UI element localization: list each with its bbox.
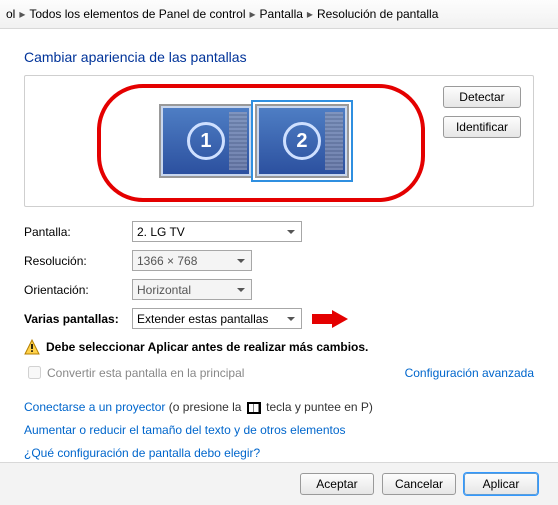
chevron-right-icon: ▸ (19, 7, 25, 21)
monitor-bezel-icon (325, 112, 343, 170)
resolution-select[interactable]: 1366 × 768 (132, 250, 252, 271)
windows-key-icon (247, 402, 261, 414)
projector-hint-a: (o presione la (169, 400, 245, 414)
screen-select[interactable]: 2. LG TV (132, 221, 302, 242)
display-settings-window: ol ▸ Todos los elementos de Panel de cont… (0, 0, 558, 505)
breadcrumb-part[interactable]: ol (6, 7, 15, 21)
apply-button[interactable]: Aplicar (464, 473, 538, 495)
detect-button[interactable]: Detectar (443, 86, 521, 108)
text-size-link[interactable]: Aumentar o reducir el tamaño del texto y… (24, 423, 346, 437)
monitor-number: 1 (187, 122, 225, 160)
make-primary-checkbox (28, 366, 41, 379)
multi-display-select[interactable]: Extender estas pantallas (132, 308, 302, 329)
connect-projector-link[interactable]: Conectarse a un proyector (24, 400, 165, 414)
ok-button[interactable]: Aceptar (300, 473, 374, 495)
make-primary-label: Convertir esta pantalla en la principal (47, 366, 244, 380)
chevron-right-icon: ▸ (307, 7, 313, 21)
advanced-settings-link[interactable]: Configuración avanzada (405, 366, 534, 380)
chevron-right-icon: ▸ (250, 7, 256, 21)
annotation-arrow-icon (312, 310, 350, 328)
which-config-link[interactable]: ¿Qué configuración de pantalla debo eleg… (24, 446, 260, 460)
monitor-preview-panel: 1 2 Detectar Identificar (24, 75, 534, 207)
projector-hint-b: tecla y puntee en P) (266, 400, 373, 414)
breadcrumb-part[interactable]: Resolución de pantalla (317, 7, 438, 21)
monitor-number: 2 (283, 122, 321, 160)
orientation-select[interactable]: Horizontal (132, 279, 252, 300)
warning-text: Debe seleccionar Aplicar antes de realiz… (46, 340, 368, 354)
screen-label: Pantalla: (24, 225, 132, 239)
monitor-bezel-icon (229, 112, 247, 170)
breadcrumb: ol ▸ Todos los elementos de Panel de cont… (0, 0, 558, 29)
resolution-label: Resolución: (24, 254, 132, 268)
breadcrumb-part[interactable]: Pantalla (260, 7, 303, 21)
warning-icon (24, 339, 40, 355)
cancel-button[interactable]: Cancelar (382, 473, 456, 495)
multi-display-label: Varias pantallas: (24, 312, 132, 326)
identify-button[interactable]: Identificar (443, 116, 521, 138)
page-title: Cambiar apariencia de las pantallas (24, 49, 534, 65)
breadcrumb-part[interactable]: Todos los elementos de Panel de control (29, 7, 245, 21)
monitor-1[interactable]: 1 (159, 104, 253, 178)
dialog-footer: Aceptar Cancelar Aplicar (0, 462, 558, 505)
orientation-label: Orientación: (24, 283, 132, 297)
monitor-2[interactable]: 2 (255, 104, 349, 178)
